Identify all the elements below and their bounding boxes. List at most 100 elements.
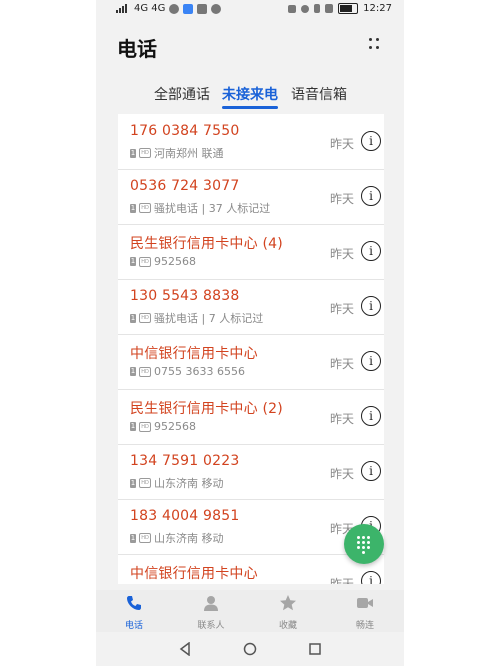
nav-phone[interactable]: 电话	[104, 594, 164, 631]
phone-screen: 4G 4G 12:27 电话 全部通话 未接来电 语音信箱 176 0384 7…	[96, 0, 404, 666]
call-time: 昨天	[329, 412, 354, 426]
info-icon[interactable]: i	[361, 406, 381, 426]
hd-call-icon: HD	[139, 256, 151, 267]
call-detail: 1 HD 河南郑州 联通	[130, 145, 224, 161]
call-time: 昨天	[329, 357, 354, 371]
hd-call-icon: HD	[139, 366, 151, 377]
nav-meetime[interactable]: 畅连	[335, 594, 395, 631]
hd-call-icon: HD	[139, 533, 151, 543]
call-row[interactable]: 130 5543 8838 1 HD 骚扰电话 | 7 人标记过 昨天 i	[118, 279, 384, 335]
call-detail-text: 骚扰电话 | 37 人标记过	[154, 202, 271, 215]
phone-icon	[127, 596, 141, 610]
call-detail-text: 骚扰电话 | 7 人标记过	[154, 312, 264, 325]
alarm-icon	[301, 4, 310, 13]
star-icon	[280, 595, 296, 611]
call-time: 昨天	[329, 467, 354, 481]
caller-name: 中信银行信用卡中心	[130, 566, 258, 582]
page-title: 电话	[117, 37, 157, 61]
call-time: 昨天	[329, 302, 354, 316]
caller-name: 176 0384 7550	[130, 123, 240, 139]
call-detail-text: 952568	[154, 255, 196, 268]
call-detail: 1 HD 山东济南 移动	[130, 530, 224, 546]
caller-name: 0536 724 3077	[130, 178, 240, 194]
sim-card-icon: 1	[130, 533, 136, 543]
home-icon[interactable]	[243, 642, 257, 656]
nav-contacts[interactable]: 联系人	[181, 594, 241, 631]
bottom-navigation: 电话 联系人 收藏 畅连	[96, 590, 404, 632]
call-row[interactable]: 0536 724 3077 1 HD 骚扰电话 | 37 人标记过 昨天 i	[118, 169, 384, 225]
call-time: 昨天	[329, 137, 354, 151]
call-row[interactable]: 中信银行信用卡中心1HD昨天i	[118, 554, 384, 584]
info-icon[interactable]: i	[361, 351, 381, 371]
sim-card-icon: 1	[130, 148, 136, 158]
caller-name: 民生银行信用卡中心 (2)	[130, 401, 283, 417]
call-detail: 1 HD 山东济南 移动	[130, 475, 224, 491]
dialer-page: 4G 4G 12:27 电话 全部通话 未接来电 语音信箱 176 0384 7…	[96, 0, 404, 590]
battery-icon	[338, 3, 359, 14]
nav-label: 电话	[124, 621, 143, 631]
hd-call-icon: HD	[139, 478, 151, 488]
call-detail: 1 HD 骚扰电话 | 7 人标记过	[130, 310, 263, 326]
call-detail-text: 0755 3633 6556	[154, 365, 245, 378]
caller-name: 130 5543 8838	[130, 288, 240, 304]
nav-label: 收藏	[278, 621, 297, 631]
call-detail-text: 山东济南 移动	[154, 532, 224, 545]
sim-card-icon: 1	[130, 203, 136, 213]
sim-card-icon: 1	[130, 367, 136, 376]
info-icon[interactable]: i	[361, 186, 381, 206]
tab-voicemail[interactable]: 语音信箱	[291, 84, 347, 104]
call-detail-text: 山东济南 移动	[154, 477, 224, 490]
app-notification-icon	[183, 3, 194, 14]
tab-missed-calls[interactable]: 未接来电	[222, 84, 278, 104]
status-bar: 4G 4G 12:27	[96, 0, 404, 20]
call-time: 昨天	[329, 577, 354, 584]
system-navigation-bar	[96, 632, 404, 666]
call-row[interactable]: 134 7591 0223 1 HD 山东济南 移动 昨天 i	[118, 444, 384, 500]
call-detail: 1 HD 952568	[130, 420, 196, 433]
more-options-icon[interactable]	[366, 36, 382, 52]
vibrate-icon	[325, 4, 334, 13]
call-row[interactable]: 中信银行信用卡中心 1 HD 0755 3633 6556 昨天 i	[118, 334, 384, 390]
info-icon[interactable]: i	[361, 296, 381, 316]
caller-name: 中信银行信用卡中心	[130, 346, 258, 362]
missed-call-list: 176 0384 7550 1 HD 河南郑州 联通 昨天 i 0536 724 3077 1…	[118, 114, 384, 584]
active-tab-indicator	[222, 106, 278, 109]
call-time: 昨天	[329, 247, 354, 261]
call-detail: 1 HD 952568	[130, 255, 196, 268]
hd-call-icon: HD	[139, 421, 151, 432]
app-notification-icon	[211, 3, 222, 14]
bluetooth-icon	[314, 4, 321, 13]
nfc-icon	[288, 4, 297, 13]
call-row[interactable]: 176 0384 7550 1 HD 河南郑州 联通 昨天 i	[118, 114, 384, 170]
info-icon[interactable]: i	[361, 131, 381, 151]
call-row[interactable]: 民生银行信用卡中心 (2) 1 HD 952568 昨天 i	[118, 389, 384, 445]
call-detail: 1 HD 骚扰电话 | 37 人标记过	[130, 200, 270, 216]
call-detail-text: 河南郑州 联通	[154, 147, 224, 160]
call-detail: 1 HD 0755 3633 6556	[130, 365, 245, 378]
sim-card-icon: 1	[130, 257, 136, 266]
hd-call-icon: HD	[139, 313, 151, 323]
sim-card-icon: 1	[130, 478, 136, 488]
caller-name: 134 7591 0223	[130, 453, 240, 469]
info-icon[interactable]: i	[361, 571, 381, 584]
recents-icon[interactable]	[308, 642, 322, 656]
nav-label: 联系人	[197, 621, 225, 631]
video-icon	[357, 598, 373, 608]
app-notification-icon	[197, 3, 208, 14]
call-detail-text: 952568	[154, 420, 196, 433]
dialpad-button[interactable]	[344, 524, 384, 564]
hd-call-icon: HD	[139, 148, 151, 158]
hd-call-icon: HD	[139, 203, 151, 213]
sim-card-icon: 1	[130, 313, 136, 323]
nav-label: 畅连	[355, 621, 374, 631]
network-label: 4G 4G	[134, 3, 166, 14]
notification-icon	[169, 3, 180, 14]
caller-name: 民生银行信用卡中心 (4)	[130, 236, 283, 252]
call-tabs: 全部通话 未接来电 语音信箱	[96, 84, 404, 112]
tab-all-calls[interactable]: 全部通话	[154, 84, 210, 104]
call-row[interactable]: 民生银行信用卡中心 (4) 1 HD 952568 昨天 i	[118, 224, 384, 280]
back-icon[interactable]	[178, 642, 192, 656]
nav-favorites[interactable]: 收藏	[258, 594, 318, 631]
info-icon[interactable]: i	[361, 241, 381, 261]
info-icon[interactable]: i	[361, 461, 381, 481]
